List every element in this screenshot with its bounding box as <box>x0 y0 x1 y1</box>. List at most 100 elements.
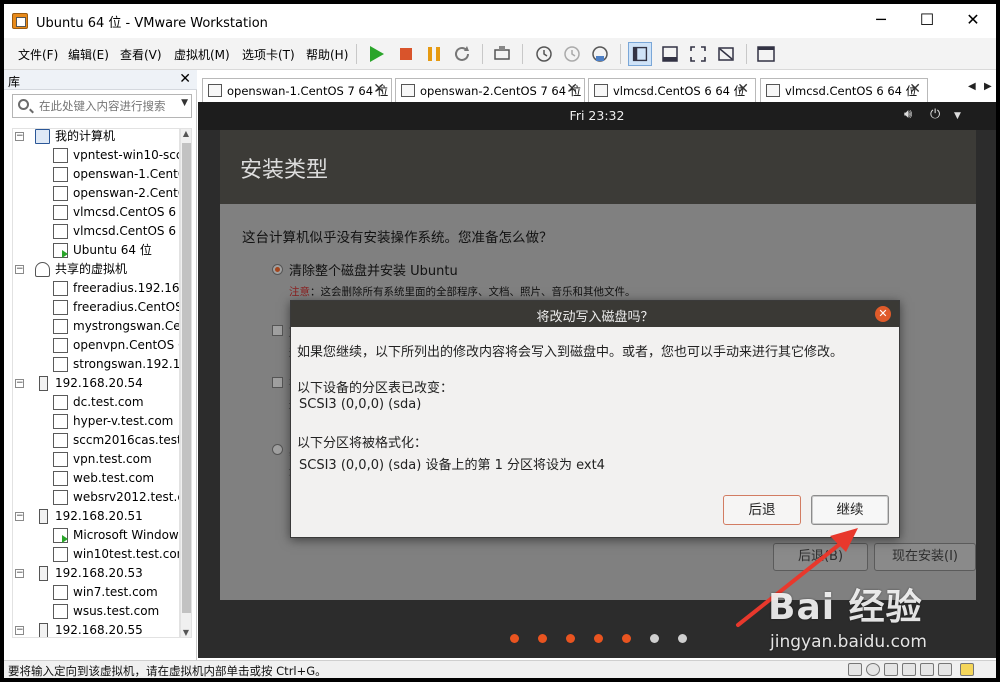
encrypt-checkbox[interactable] <box>272 325 283 336</box>
erase-disk-radio[interactable] <box>272 264 283 275</box>
minimize-button[interactable]: ─ <box>858 4 904 36</box>
tree-item[interactable]: − 共享的虚拟机 <box>13 260 179 279</box>
tree-item-label: mystrongswan.Cen <box>73 319 180 333</box>
message-icon[interactable] <box>960 663 974 676</box>
tab-vlmcsd-1[interactable]: vlmcsd.CentOS 6 64 位 ✕ <box>588 78 756 102</box>
tab-label: vlmcsd.CentOS 6 64 位 <box>613 84 746 98</box>
chevron-down-icon[interactable]: ▼ <box>954 111 961 121</box>
menu-view[interactable]: 查看(V) <box>120 46 162 63</box>
chevron-down-icon[interactable]: ▼ <box>181 98 188 108</box>
collapse-icon[interactable]: − <box>15 379 24 388</box>
vm-icon <box>53 585 68 600</box>
tree-item[interactable]: sccm2016cas.test.c <box>13 431 179 450</box>
tree-item[interactable]: dc.test.com <box>13 393 179 412</box>
show-library-icon[interactable] <box>628 42 652 66</box>
tree-item[interactable]: − 192.168.20.55 <box>13 621 179 637</box>
tree-scrollbar[interactable]: ▲ ▼ <box>180 128 192 638</box>
tab-close-icon[interactable]: ✕ <box>909 81 921 97</box>
tree-item-label: openvpn.CentOS 6 <box>73 338 180 352</box>
restart-icon[interactable] <box>450 42 474 66</box>
tree-item[interactable]: freeradius.192.168. <box>13 279 179 298</box>
collapse-icon[interactable]: − <box>15 569 24 578</box>
maximize-button[interactable]: ☐ <box>904 4 950 36</box>
tree-item[interactable]: − 192.168.20.53 <box>13 564 179 583</box>
tree-item[interactable]: Microsoft Windows <box>13 526 179 545</box>
tree-item[interactable]: vpn.test.com <box>13 450 179 469</box>
cd-dvd-icon[interactable] <box>866 663 880 676</box>
tab-close-icon[interactable]: ✕ <box>566 81 578 97</box>
dialog-back-button[interactable]: 后退 <box>723 495 801 525</box>
collapse-icon[interactable]: − <box>15 626 24 635</box>
vm-icon <box>53 357 68 372</box>
tree-item[interactable]: openvpn.CentOS 6 <box>13 336 180 355</box>
tree-item[interactable]: openswan-2.CentOS <box>13 184 179 203</box>
full-screen-icon[interactable] <box>686 42 710 66</box>
volume-icon[interactable]: 🔊︎ <box>904 107 912 122</box>
snapshot-manager-icon[interactable] <box>588 42 612 66</box>
revert-snapshot-icon[interactable] <box>560 42 584 66</box>
collapse-icon[interactable]: − <box>15 512 24 521</box>
thumbnail-bar-icon[interactable] <box>658 42 682 66</box>
tree-item[interactable]: openswan-1.CentOS <box>13 165 179 184</box>
tab-scroll-right-icon[interactable]: ▶ <box>984 81 992 92</box>
library-close-icon[interactable]: ✕ <box>179 71 191 87</box>
network-icon[interactable] <box>884 663 898 676</box>
collapse-icon[interactable]: − <box>15 265 24 274</box>
tree-item[interactable]: websrv2012.test.co <box>13 488 179 507</box>
tree-item[interactable]: vlmcsd.CentOS 6 64 <box>13 203 179 222</box>
tree-item[interactable]: web.test.com <box>13 469 179 488</box>
library-search[interactable]: ▼ <box>12 94 192 118</box>
dialog-close-icon[interactable]: ✕ <box>875 306 891 322</box>
menu-vm[interactable]: 虚拟机(M) <box>174 46 230 63</box>
tab-scroll-left-icon[interactable]: ◀ <box>968 81 976 92</box>
menu-file[interactable]: 文件(F) <box>18 46 58 63</box>
tab-close-icon[interactable]: ✕ <box>373 81 385 97</box>
tree-item-label: openswan-1.CentOS <box>73 167 179 181</box>
vm-icon <box>53 205 68 220</box>
snapshot-icon[interactable] <box>532 42 556 66</box>
tab-vlmcsd-2[interactable]: vlmcsd.CentOS 6 64 位 ✕ <box>760 78 928 102</box>
tab-openswan-1[interactable]: openswan-1.CentOS 7 64 位 ✕ <box>202 78 392 102</box>
tree-item[interactable]: vlmcsd.CentOS 6 64 <box>13 222 179 241</box>
tree-item[interactable]: strongswan.192.16 <box>13 355 179 374</box>
tree-item[interactable]: − 192.168.20.54 <box>13 374 179 393</box>
console-view-icon[interactable] <box>754 42 778 66</box>
scroll-thumb[interactable] <box>182 143 191 613</box>
tree-item[interactable]: − 我的计算机 <box>13 129 179 146</box>
tree-item[interactable]: hyper-v.test.com <box>13 412 179 431</box>
dialog-header: 将改动写入磁盘吗？ ✕ <box>291 301 899 327</box>
tab-close-icon[interactable]: ✕ <box>737 81 749 97</box>
usb-icon[interactable] <box>902 663 916 676</box>
dialog-continue-button[interactable]: 继续 <box>811 495 889 525</box>
tree-item[interactable]: wsus.test.com <box>13 602 179 621</box>
collapse-icon[interactable]: − <box>15 132 24 141</box>
sound-icon[interactable] <box>938 663 952 676</box>
close-window-button[interactable]: ✕ <box>950 4 996 36</box>
tree-item[interactable]: win10test.test.com <box>13 545 179 564</box>
power-icon[interactable]: ⏻ <box>930 107 940 122</box>
menu-edit[interactable]: 编辑(E) <box>68 46 109 63</box>
tree-item[interactable]: mystrongswan.Cen <box>13 317 180 336</box>
stop-icon[interactable] <box>394 42 418 66</box>
hard-disk-icon[interactable] <box>848 663 862 676</box>
send-ctrl-alt-del-icon[interactable] <box>490 42 514 66</box>
tree-item[interactable]: vpntest-win10-sccm <box>13 146 179 165</box>
installer-back-button[interactable]: 后退(B) <box>773 543 868 571</box>
unity-icon[interactable] <box>714 42 738 66</box>
tree-item[interactable]: Ubuntu 64 位 <box>13 241 179 260</box>
lvm-checkbox[interactable] <box>272 377 283 388</box>
tree-item[interactable]: − 192.168.20.51 <box>13 507 179 526</box>
scroll-down-icon[interactable]: ▼ <box>181 628 191 637</box>
tree-item[interactable]: win7.test.com <box>13 583 179 602</box>
something-else-radio[interactable] <box>272 444 283 455</box>
menu-tabs[interactable]: 选项卡(T) <box>242 46 295 63</box>
scroll-up-icon[interactable]: ▲ <box>181 129 191 138</box>
search-input[interactable] <box>39 98 177 114</box>
printer-icon[interactable] <box>920 663 934 676</box>
tree-item[interactable]: freeradius.CentOS <box>13 298 179 317</box>
menu-help[interactable]: 帮助(H) <box>306 46 348 63</box>
install-now-button[interactable]: 现在安装(I) <box>874 543 976 571</box>
power-on-icon[interactable] <box>364 42 388 66</box>
pause-icon[interactable] <box>422 42 446 66</box>
tab-openswan-2[interactable]: openswan-2.CentOS 7 64 位 ✕ <box>395 78 585 102</box>
